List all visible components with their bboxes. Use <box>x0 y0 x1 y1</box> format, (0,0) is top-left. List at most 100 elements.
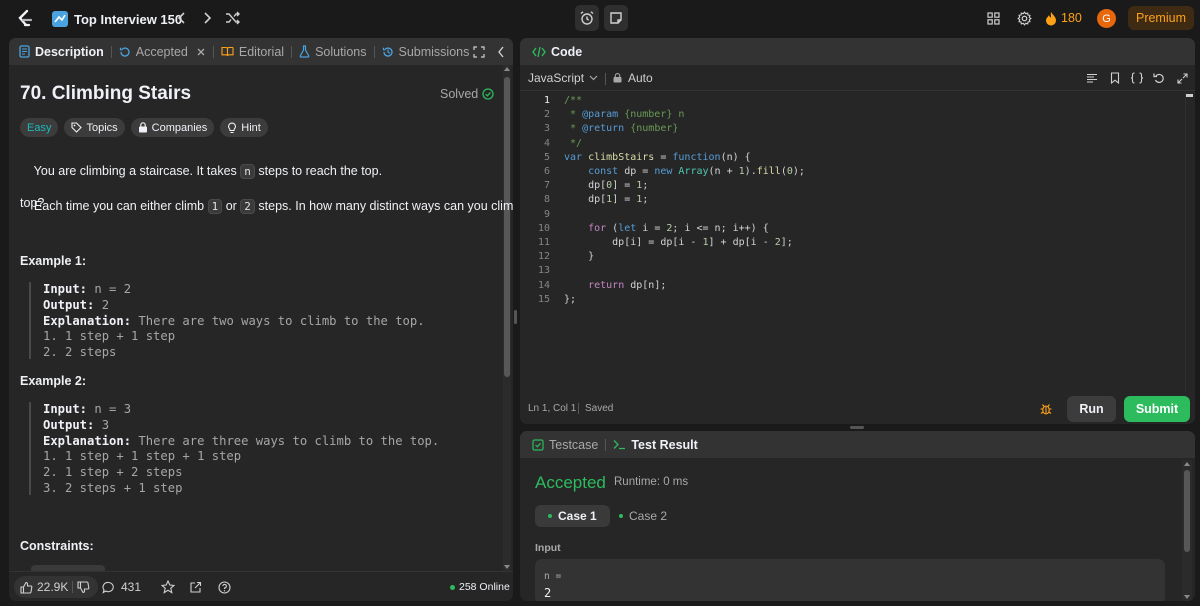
study-plan-icon <box>52 11 68 27</box>
text: steps to reach the top. <box>254 164 383 178</box>
tab-divider <box>291 45 293 58</box>
submit-button[interactable]: Submit <box>1124 396 1190 422</box>
vertical-resize-handle[interactable] <box>514 310 517 324</box>
share-button[interactable] <box>187 579 203 595</box>
hint-button[interactable]: Hint <box>220 118 268 137</box>
tag-icon <box>71 122 83 133</box>
example-1-heading: Example 1: <box>20 254 87 268</box>
tab-test-result-label: Test Result <box>631 437 698 452</box>
favorite-button[interactable] <box>160 579 176 595</box>
code-editor[interactable]: 1 /** 2 * @param {number} n 3 * @return {nu… <box>520 92 1195 392</box>
text: or <box>222 199 241 213</box>
editor-scrollbar[interactable] <box>1185 92 1193 392</box>
comments-button[interactable]: 431 <box>102 580 141 594</box>
topics-button[interactable]: Topics <box>64 118 125 137</box>
flask-icon <box>299 45 310 58</box>
bookmark-button[interactable] <box>1108 71 1122 85</box>
collapse-panel-button[interactable] <box>494 45 508 59</box>
hint-label: Hint <box>241 121 261 134</box>
case-2-tab[interactable]: Case 2 <box>613 505 673 527</box>
explanation-value: There are two ways to climb to the top. <box>131 313 425 328</box>
submit-label: Submit <box>1135 402 1179 416</box>
auto-label: Auto <box>628 71 653 85</box>
tab-divider <box>605 438 607 451</box>
layout-button[interactable] <box>985 10 1001 26</box>
debug-button[interactable] <box>1038 401 1054 417</box>
problem-list-button[interactable]: Top Interview 150 <box>52 9 182 29</box>
output-label: Output: <box>43 417 95 432</box>
avatar[interactable]: G <box>1097 9 1116 28</box>
tab-submissions[interactable]: Submissions <box>378 45 474 59</box>
random-problem-button[interactable] <box>224 9 242 27</box>
input-box: n = 2 <box>535 559 1165 601</box>
note-icon <box>610 12 622 24</box>
tab-editorial[interactable]: Editorial <box>217 45 288 59</box>
scrollbar-down-arrow[interactable] <box>1184 595 1190 599</box>
input-value: n = 2 <box>87 282 132 296</box>
run-button[interactable]: Run <box>1067 396 1116 422</box>
streak-counter[interactable]: 180 <box>1045 9 1082 27</box>
auto-mode-toggle[interactable]: Auto <box>613 71 653 85</box>
code-line: */ <box>564 137 583 149</box>
leetcode-logo-icon[interactable] <box>14 8 36 30</box>
language-select[interactable]: JavaScript <box>528 71 598 85</box>
notes-button[interactable] <box>604 5 628 31</box>
tab-solutions[interactable]: Solutions <box>295 45 370 59</box>
settings-button[interactable] <box>1015 9 1033 27</box>
checkbox-icon <box>532 438 544 451</box>
scrollbar-up-arrow[interactable] <box>1184 462 1190 466</box>
inline-code: 1 <box>207 199 223 214</box>
text: You are climbing a staircase. It takes <box>33 164 241 178</box>
scrollbar-up-arrow[interactable] <box>504 67 510 71</box>
align-left-icon <box>1087 73 1097 83</box>
fullscreen-button[interactable] <box>1175 71 1189 85</box>
case-1-tab[interactable]: Case 1 <box>535 505 610 527</box>
result-scrollbar[interactable] <box>1182 460 1192 601</box>
companies-button[interactable]: Companies <box>130 118 215 137</box>
text: steps. In how many distinct ways can you… <box>258 199 513 213</box>
problem-description-panel: Description Accepted Editorial Solutions… <box>9 38 513 601</box>
chevron-right-icon <box>204 12 212 24</box>
code-line: dp[0] = 1; <box>564 180 649 192</box>
document-icon <box>19 45 30 58</box>
braces-button[interactable] <box>1129 71 1145 85</box>
input-var-value: 2 <box>544 586 552 600</box>
reset-code-button[interactable] <box>1152 71 1166 85</box>
input-label: Input: <box>43 282 88 296</box>
premium-button[interactable]: Premium <box>1128 6 1194 30</box>
close-icon[interactable] <box>196 47 206 57</box>
tab-solutions-label: Solutions <box>315 44 367 59</box>
explanation-line: 1. 1 step + 1 step <box>43 329 176 344</box>
feedback-button[interactable] <box>216 579 232 595</box>
result-tabbar: Testcase Test Result <box>520 431 1195 458</box>
prev-problem-button[interactable] <box>174 10 190 26</box>
lock-icon <box>138 122 147 133</box>
tab-testcase[interactable]: Testcase <box>528 438 602 452</box>
like-button[interactable]: 22.9K <box>14 580 68 594</box>
horizontal-resize-handle[interactable] <box>850 426 864 429</box>
like-dislike-group: 22.9K <box>14 576 98 598</box>
maximize-panel-button[interactable] <box>472 45 486 59</box>
next-problem-button[interactable] <box>199 10 215 26</box>
companies-label: Companies <box>151 121 208 134</box>
explanation-line: 2. 1 step + 2 steps <box>43 465 183 480</box>
scrollbar-thumb[interactable] <box>1184 470 1190 552</box>
top-navbar: Top Interview 150 180 G Premium <box>0 0 1200 37</box>
tab-divider <box>110 45 112 58</box>
tab-description[interactable]: Description <box>15 45 108 59</box>
scrollbar-down-arrow[interactable] <box>504 565 510 569</box>
timer-button[interactable] <box>575 5 599 31</box>
explanation-line: 2. 2 steps <box>43 345 117 360</box>
dislike-button[interactable] <box>77 580 90 594</box>
undo-icon <box>1153 73 1164 84</box>
tab-test-result[interactable]: Test Result <box>609 438 701 452</box>
tab-code[interactable]: Code <box>528 45 586 59</box>
output-value: 2 <box>94 297 110 312</box>
line-number: 11 <box>537 237 550 248</box>
line-number: 5 <box>543 151 550 163</box>
description-scrollbar[interactable] <box>503 65 511 571</box>
tab-accepted[interactable]: Accepted <box>115 45 210 59</box>
star-icon <box>161 580 175 594</box>
help-circle-icon <box>217 580 231 594</box>
format-code-button[interactable] <box>1085 71 1099 85</box>
